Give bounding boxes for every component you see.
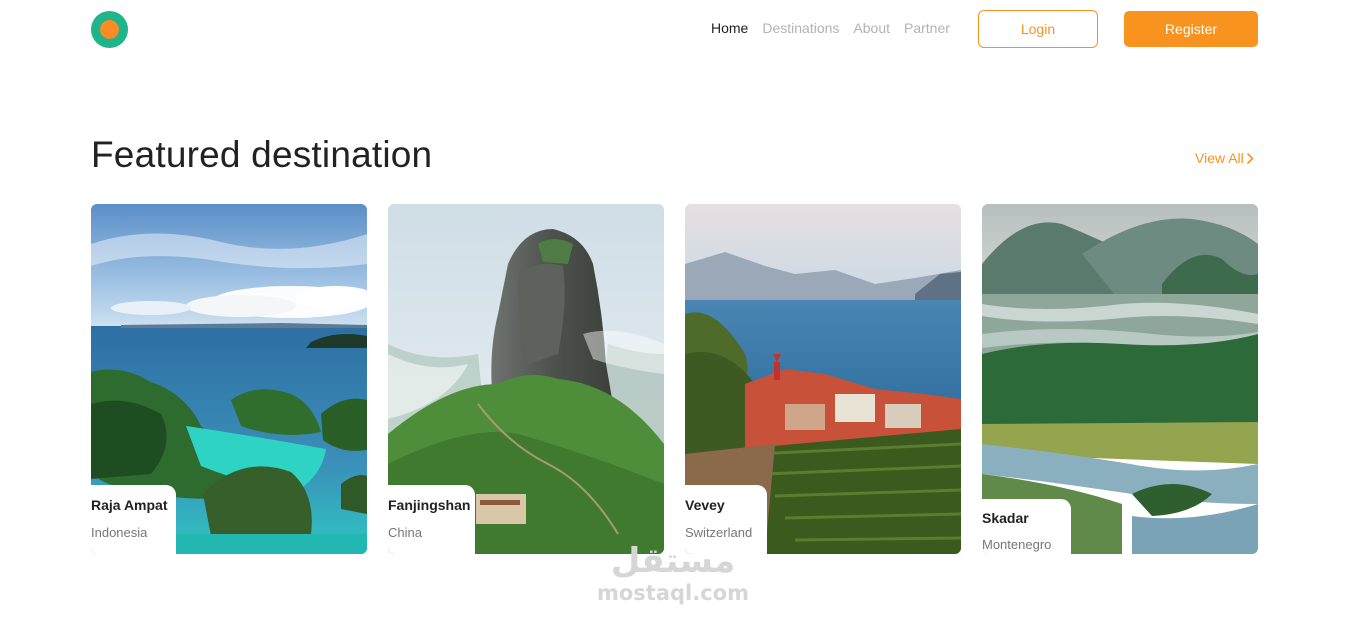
destination-label: Skadar Montenegro	[982, 499, 1071, 554]
section-title: Featured destination	[91, 134, 433, 175]
destination-label: Vevey Switzerland	[685, 485, 767, 554]
nav-partner-link[interactable]: Partner	[904, 20, 950, 36]
watermark-latin: mostaql.com	[597, 581, 749, 605]
site-header: Home Destinations About Partner Login Re…	[0, 0, 1347, 60]
destination-country: China	[388, 525, 422, 540]
nav-home-link[interactable]: Home	[711, 20, 748, 36]
destination-card-skadar[interactable]: Skadar Montenegro	[982, 204, 1258, 554]
destination-name: Vevey	[685, 497, 725, 513]
destination-country: Montenegro	[982, 537, 1052, 552]
destination-country: Indonesia	[91, 525, 148, 540]
destination-name: Raja Ampat	[91, 497, 168, 513]
logo[interactable]	[91, 11, 128, 48]
login-button[interactable]: Login	[978, 10, 1098, 48]
destination-card-raja-ampat[interactable]: Raja Ampat Indonesia	[91, 204, 367, 554]
destination-country: Switzerland	[685, 525, 753, 540]
destination-label: Fanjingshan China	[388, 485, 475, 554]
destination-card-fanjingshan[interactable]: Fanjingshan China	[388, 204, 664, 554]
destination-name: Skadar	[982, 510, 1029, 526]
chevron-right-icon	[1246, 152, 1254, 164]
view-all-link[interactable]: View All	[1195, 150, 1254, 166]
main-nav: Home Destinations About Partner	[711, 20, 950, 36]
view-all-label: View All	[1195, 150, 1244, 166]
destination-card-vevey[interactable]: Vevey Switzerland	[685, 204, 961, 554]
destination-name: Fanjingshan	[388, 497, 471, 513]
nav-about-link[interactable]: About	[853, 20, 890, 36]
destination-label: Raja Ampat Indonesia	[91, 485, 176, 554]
register-button[interactable]: Register	[1124, 11, 1258, 47]
nav-destinations-link[interactable]: Destinations	[762, 20, 839, 36]
